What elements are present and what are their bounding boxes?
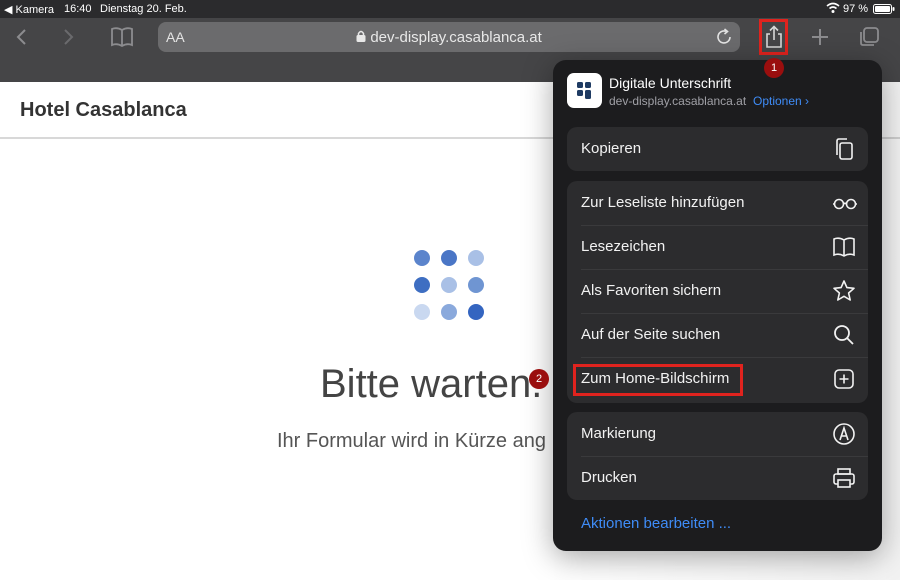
- loader-dot: [414, 277, 430, 293]
- step-badge-1: 1: [764, 58, 784, 78]
- wait-heading: Bitte warten.: [320, 362, 543, 406]
- action-reading-list[interactable]: Zur Leseliste hinzufügen: [567, 181, 868, 225]
- action-label: Zur Leseliste hinzufügen: [581, 194, 745, 211]
- options-link[interactable]: Optionen ›: [753, 94, 809, 108]
- action-label: Drucken: [581, 469, 637, 486]
- url-text: dev-display.casablanca.at: [370, 29, 542, 46]
- glasses-icon: [832, 191, 857, 215]
- add-square-icon: [832, 367, 856, 391]
- status-bar: ◀ Kamera 16:40 Dienstag 20. Feb. 97 %: [0, 0, 900, 18]
- highlight-box-home-screen: [573, 364, 743, 396]
- wifi-icon: [826, 2, 840, 17]
- action-group-3: Markierung Drucken: [567, 412, 868, 500]
- book-icon: [832, 235, 856, 259]
- printer-icon: [832, 466, 856, 490]
- action-favorites[interactable]: Als Favoriten sichern: [567, 269, 868, 313]
- loader-dot: [468, 250, 484, 266]
- status-date: Dienstag 20. Feb.: [100, 3, 187, 15]
- action-label: Kopieren: [581, 140, 642, 157]
- battery-percent: 97 %: [843, 3, 869, 15]
- action-label: Als Favoriten sichern: [581, 282, 722, 299]
- wait-subtitle: Ihr Formular wird in Kürze ang: [277, 430, 546, 452]
- action-print[interactable]: Drucken: [567, 456, 868, 500]
- loader-dot: [441, 250, 457, 266]
- battery-icon: [873, 4, 895, 17]
- share-icon: [765, 25, 783, 54]
- address-bar[interactable]: AA dev-display.casablanca.at: [158, 22, 740, 52]
- action-label: Auf der Seite suchen: [581, 326, 721, 343]
- edit-actions-link[interactable]: Aktionen bearbeiten ...: [581, 515, 731, 532]
- action-label: Markierung: [581, 425, 657, 442]
- loader-dot: [414, 304, 430, 320]
- status-time: 16:40: [64, 3, 92, 15]
- action-label: Lesezeichen: [581, 238, 666, 255]
- lock-icon: [356, 29, 366, 46]
- share-sheet-title: Digitale Unterschrift: [609, 75, 732, 91]
- share-button[interactable]: [759, 19, 788, 55]
- action-group-1: Kopieren: [567, 127, 868, 171]
- new-tab-icon[interactable]: [810, 27, 830, 52]
- loader-dot: [441, 304, 457, 320]
- loader-dot: [468, 277, 484, 293]
- back-icon[interactable]: [12, 27, 32, 52]
- share-sheet: Digitale Unterschrift dev-display.casabl…: [553, 60, 882, 551]
- copy-icon: [832, 137, 856, 161]
- search-icon: [832, 323, 856, 347]
- share-sheet-header: Digitale Unterschrift dev-display.casabl…: [553, 60, 882, 124]
- back-to-app-link[interactable]: ◀ Kamera: [4, 3, 54, 16]
- reload-icon[interactable]: [715, 28, 733, 51]
- bookmarks-icon[interactable]: [110, 26, 134, 53]
- loader-dot: [414, 250, 430, 266]
- markup-icon: [832, 422, 856, 446]
- app-icon: [567, 73, 602, 108]
- loader-dot: [468, 304, 484, 320]
- action-find-on-page[interactable]: Auf der Seite suchen: [567, 313, 868, 357]
- share-sheet-url: dev-display.casablanca.at: [609, 94, 747, 108]
- loader-dot: [441, 277, 457, 293]
- star-icon: [832, 279, 856, 303]
- tabs-overview-icon[interactable]: [858, 26, 880, 53]
- step-badge-2: 2: [529, 369, 549, 389]
- forward-icon[interactable]: [58, 27, 78, 52]
- loading-spinner: [414, 250, 486, 322]
- site-title: Hotel Casablanca: [20, 99, 187, 121]
- action-bookmark[interactable]: Lesezeichen: [567, 225, 868, 269]
- action-copy[interactable]: Kopieren: [567, 127, 868, 171]
- action-markup[interactable]: Markierung: [567, 412, 868, 456]
- url-display[interactable]: dev-display.casablanca.at: [158, 29, 740, 46]
